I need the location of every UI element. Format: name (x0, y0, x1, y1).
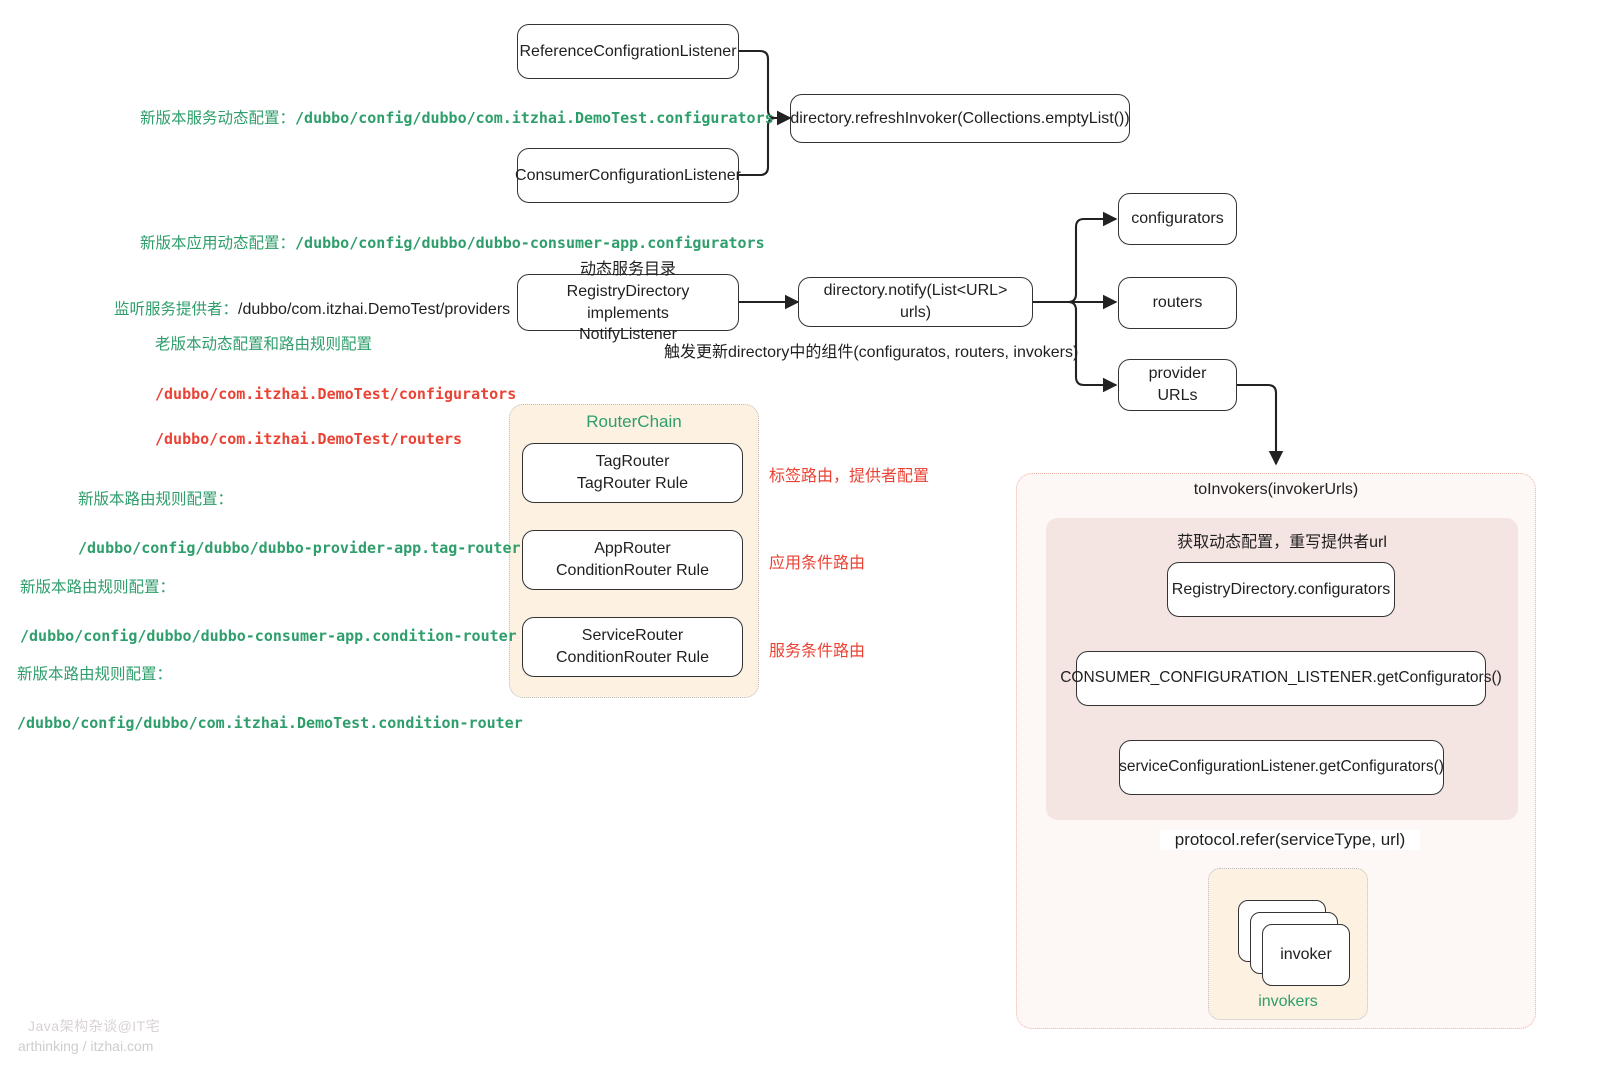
routerchain-title: RouterChain (586, 412, 682, 431)
node-app-router-label: AppRouter ConditionRouter Rule (556, 540, 709, 579)
node-app-router[interactable]: AppRouter ConditionRouter Rule (522, 530, 743, 590)
annotation-new-app-dynamic-config-path: /dubbo/config/dubbo/dubbo-consumer-app.c… (295, 234, 765, 253)
note-tag-router: 标签路由，提供者配置 (769, 468, 930, 485)
annotation-old-version-path-2: /dubbo/com.itzhai.DemoTest/routers (155, 429, 463, 448)
node-provider-urls-label: provider URLs (1148, 365, 1207, 404)
watermark-line-2: arthinking / itzhai.com (18, 1038, 154, 1054)
annotation-old-version-path-1: /dubbo/com.itzhai.DemoTest/configurators (155, 384, 517, 403)
node-refresh-invoker-label: directory.refreshInvoker(Collections.emp… (790, 109, 1130, 127)
node-registry-directory-label: 动态服务目录 RegistryDirectory implements Noti… (566, 261, 690, 344)
node-reference-configuration-listener[interactable]: ReferenceConfigrationListener (517, 24, 739, 79)
node-consumer-configuration-listener-get[interactable]: CONSUMER_CONFIGURATION_LISTENER.getConfi… (1060, 651, 1502, 706)
annotation-new-service-dynamic-config-path: /dubbo/config/dubbo/com.itzhai.DemoTest.… (295, 109, 774, 128)
invokers-box-label: invokers (1258, 993, 1318, 1010)
toinvokers-title: toInvokers(invokerUrls) (1193, 481, 1359, 498)
node-configurators-label: configurators (1131, 210, 1224, 228)
node-service-configuration-listener-get-label: serviceConfigurationListener.getConfigur… (1119, 758, 1444, 776)
node-consumer-configuration-listener[interactable]: ConsumerConfigurationListener (515, 148, 741, 203)
annotation-route-config-service-path: /dubbo/config/dubbo/com.itzhai.DemoTest.… (17, 713, 523, 732)
diagram-canvas: 新版本服务动态配置：/dubbo/config/dubbo/com.itzhai… (0, 0, 1600, 1081)
annotation-new-service-dynamic-config-prefix: 新版本服务动态配置： (140, 110, 296, 128)
node-configurators[interactable]: configurators (1118, 193, 1237, 245)
annotation-new-service-dynamic-config: 新版本服务动态配置：/dubbo/config/dubbo/com.itzhai… (140, 86, 774, 131)
node-tag-router-label: TagRouter TagRouter Rule (576, 453, 689, 492)
invoker-card-front[interactable]: invoker (1262, 924, 1350, 986)
annotation-new-app-dynamic-config: 新版本应用动态配置：/dubbo/config/dubbo/dubbo-cons… (140, 211, 765, 256)
node-registry-directory-configurators-label: RegistryDirectory.configurators (1171, 580, 1391, 598)
node-reference-configuration-listener-label: ReferenceConfigrationListener (519, 42, 737, 60)
config-rewrite-panel-title: 获取动态配置，重写提供者url (1177, 534, 1387, 551)
watermark-line-1: Java架构杂谈@IT宅 (28, 1018, 161, 1034)
invoker-card-label: invoker (1280, 946, 1332, 963)
annotation-route-config-service: 新版本路由规则配置： /dubbo/config/dubbo/com.itzha… (17, 641, 523, 758)
node-service-configuration-listener-get[interactable]: serviceConfigurationListener.getConfigur… (1119, 740, 1444, 795)
annotation-route-config-service-title: 新版本路由规则配置： (17, 666, 173, 684)
annotation-old-version-title: 老版本动态配置和路由规则配置 (155, 336, 373, 354)
node-directory-notify-label: directory.notify(List<URL> urls) (823, 282, 1008, 321)
note-service-router: 服务条件路由 (769, 643, 866, 660)
node-tag-router[interactable]: TagRouter TagRouter Rule (522, 443, 743, 503)
node-registry-directory-configurators[interactable]: RegistryDirectory.configurators (1167, 562, 1395, 617)
note-app-router: 应用条件路由 (769, 555, 866, 572)
node-routers[interactable]: routers (1118, 277, 1237, 329)
node-service-router[interactable]: ServiceRouter ConditionRouter Rule (522, 617, 743, 677)
caption-trigger-update: 触发更新directory中的组件(configuratos, routers,… (664, 344, 1079, 361)
annotation-route-config-app-title: 新版本路由规则配置： (20, 579, 176, 597)
node-service-router-label: ServiceRouter ConditionRouter Rule (556, 627, 709, 666)
node-directory-notify[interactable]: directory.notify(List<URL> urls) (798, 277, 1033, 327)
node-consumer-configuration-listener-get-label: CONSUMER_CONFIGURATION_LISTENER.getConfi… (1060, 669, 1502, 687)
node-routers-label: routers (1152, 294, 1203, 312)
node-provider-urls[interactable]: provider URLs (1118, 359, 1237, 411)
annotation-new-app-dynamic-config-prefix: 新版本应用动态配置： (140, 235, 296, 253)
node-consumer-configuration-listener-label: ConsumerConfigurationListener (515, 166, 741, 184)
node-registry-directory[interactable]: 动态服务目录 RegistryDirectory implements Noti… (517, 261, 739, 343)
label-protocol-refer: protocol.refer(serviceType, url) (1160, 830, 1420, 850)
annotation-route-config-tag-title: 新版本路由规则配置： (78, 491, 234, 509)
node-refresh-invoker[interactable]: directory.refreshInvoker(Collections.emp… (790, 94, 1130, 143)
annotation-old-version-block: 老版本动态配置和路由规则配置 /dubbo/com.itzhai.DemoTes… (155, 311, 516, 474)
